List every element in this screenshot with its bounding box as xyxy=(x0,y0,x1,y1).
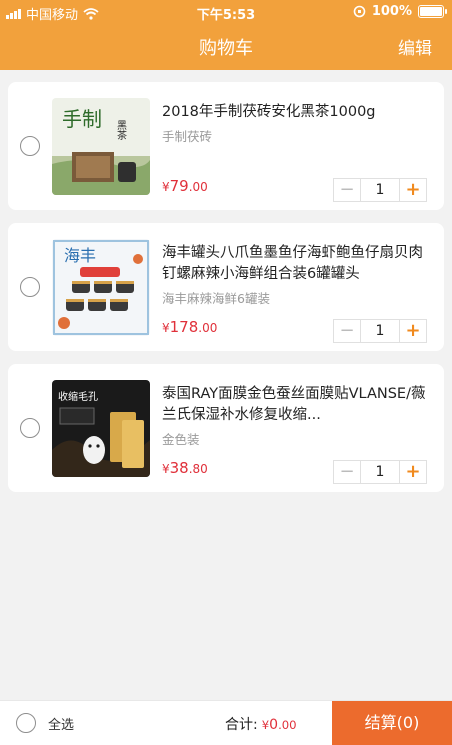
mask-slogan: 收缩毛孔 xyxy=(58,390,98,403)
product-title[interactable]: 泰国RAY面膜金色蚕丝面膜贴VLANSE/薇兰氏保湿补水修复收缩... xyxy=(162,384,427,426)
total-price: 合计: ¥0.00 xyxy=(225,717,297,733)
product-image-mask[interactable]: 收缩毛孔 xyxy=(52,380,150,477)
orientation-lock-icon xyxy=(353,5,366,18)
tea-calligraphy: 手制 xyxy=(62,107,102,131)
cart-item: 收缩毛孔 泰国RAY面膜金色蚕丝面膜贴VLANSE/薇兰氏保湿补水修复收缩...… xyxy=(8,364,444,492)
product-image-tea[interactable]: 手制 黑茶 xyxy=(52,98,150,195)
product-spec: 金色装 xyxy=(162,432,200,447)
seafood-brand: 海丰 xyxy=(64,246,96,265)
checkout-button[interactable]: 结算(0) xyxy=(332,701,452,745)
cart-footer: 全选 合计: ¥0.00 结算(0) xyxy=(0,700,452,745)
decrease-quantity-button[interactable]: − xyxy=(334,179,360,201)
product-price: ¥79.00 xyxy=(162,177,208,195)
tea-calligraphy-side: 黑茶 xyxy=(115,120,127,140)
decrease-quantity-button[interactable]: − xyxy=(334,320,360,342)
product-price: ¥38.80 xyxy=(162,459,208,477)
increase-quantity-button[interactable]: + xyxy=(400,320,426,342)
quantity-stepper: − 1 + xyxy=(333,460,427,484)
select-item-radio[interactable] xyxy=(20,136,40,156)
select-all-radio[interactable] xyxy=(16,713,36,733)
product-title[interactable]: 2018年手制茯砖安化黑茶1000g xyxy=(162,102,427,123)
quantity-value[interactable]: 1 xyxy=(360,320,400,342)
product-price: ¥178.00 xyxy=(162,318,218,336)
product-image-seafood[interactable]: 海丰 xyxy=(52,239,150,336)
product-spec: 手制茯砖 xyxy=(162,129,213,144)
cart-item: 手制 黑茶 2018年手制茯砖安化黑茶1000g 手制茯砖 ¥79.00 − 1… xyxy=(8,82,444,210)
quantity-stepper: − 1 + xyxy=(333,178,427,202)
product-title[interactable]: 海丰罐头八爪鱼墨鱼仔海虾鲍鱼仔扇贝肉钉螺麻辣小海鲜组合装6罐罐头 xyxy=(162,243,427,285)
status-bar: 中国移动 下午5:53 100% xyxy=(0,0,452,24)
increase-quantity-button[interactable]: + xyxy=(400,461,426,483)
increase-quantity-button[interactable]: + xyxy=(400,179,426,201)
select-item-radio[interactable] xyxy=(20,418,40,438)
select-item-radio[interactable] xyxy=(20,277,40,297)
decrease-quantity-button[interactable]: − xyxy=(334,461,360,483)
page-title: 购物车 xyxy=(199,38,253,59)
product-spec: 海丰麻辣海鲜6罐装 xyxy=(162,291,270,306)
battery-percent: 100% xyxy=(371,4,412,19)
quantity-value[interactable]: 1 xyxy=(360,179,400,201)
quantity-stepper: − 1 + xyxy=(333,319,427,343)
quantity-value[interactable]: 1 xyxy=(360,461,400,483)
edit-button[interactable]: 编辑 xyxy=(398,34,432,59)
cart-item: 海丰 海丰罐头八爪鱼墨鱼仔海虾鲍鱼仔扇贝肉钉螺麻辣小海鲜组合装6罐罐头 海丰麻辣… xyxy=(8,223,444,351)
battery-icon xyxy=(418,5,447,18)
top-bar: 中国移动 下午5:53 100% 购物车 编辑 xyxy=(0,0,452,70)
select-all-label[interactable]: 全选 xyxy=(48,714,74,733)
